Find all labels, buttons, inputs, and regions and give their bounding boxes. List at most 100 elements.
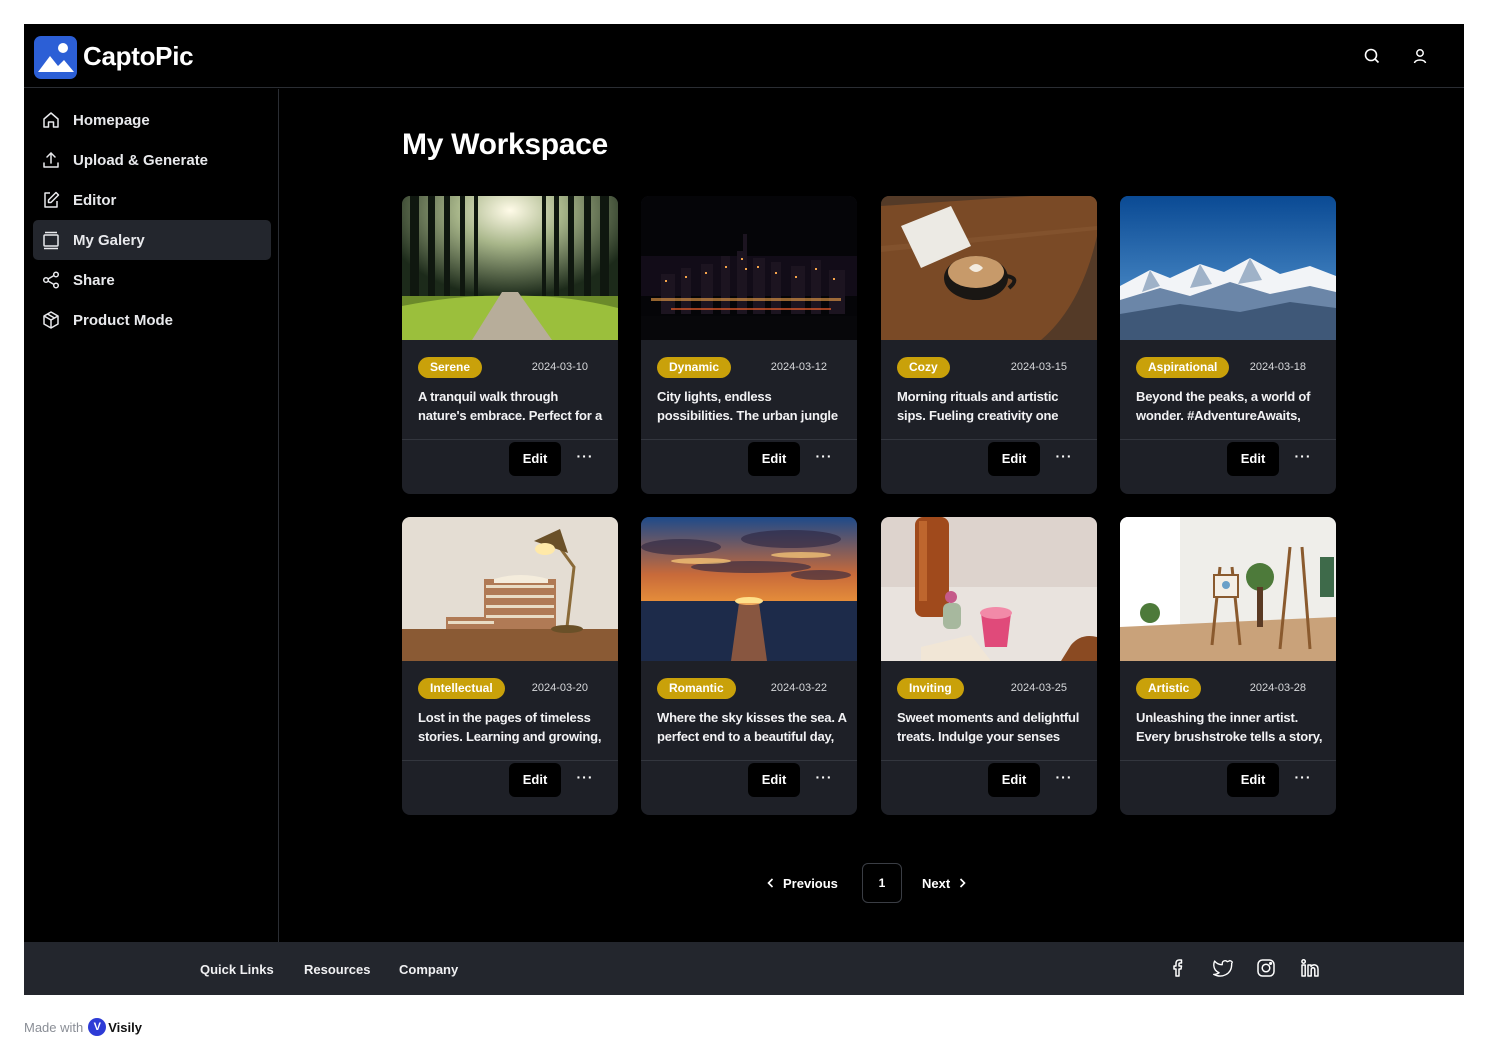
card-caption: Sweet moments and delightful treats. Ind…	[897, 710, 1080, 744]
card-caption: City lights, endless possibilities. The …	[657, 389, 838, 423]
linkedin-icon[interactable]	[1299, 957, 1321, 979]
card-image-studio[interactable]	[1120, 517, 1336, 661]
card-image-sunset[interactable]	[641, 517, 857, 661]
sidebar: Homepage Upload & Generate Editor My Gal…	[24, 89, 279, 942]
chevron-right-icon	[960, 878, 966, 888]
gallery-card[interactable]: Intellectual 2024-03-20 Lost in the page…	[402, 517, 618, 815]
gallery-card[interactable]: Inviting 2024-03-25 Sweet moments and de…	[881, 517, 1097, 815]
brand-name: CaptoPic	[83, 41, 194, 71]
edit-button[interactable]: Edit	[1227, 442, 1279, 476]
gallery-card[interactable]: Serene 2024-03-10 A tranquil walk throug…	[402, 196, 618, 494]
edit-button[interactable]: Edit	[1227, 763, 1279, 797]
mood-tag: Serene	[418, 357, 483, 378]
mood-tag: Inviting	[897, 678, 964, 699]
home-icon	[41, 110, 61, 130]
sidebar-item-label: My Galery	[73, 231, 145, 249]
made-with-badge[interactable]: Made with V Visily	[24, 1018, 142, 1036]
app-window: CaptoPic Homepage Upload & Generate Edit…	[24, 24, 1464, 995]
gallery-card[interactable]: Cozy 2024-03-15 Morning rituals and arti…	[881, 196, 1097, 494]
chevron-left-icon	[767, 878, 774, 888]
sidebar-item-editor[interactable]: Editor	[33, 180, 271, 220]
edit-button[interactable]: Edit	[988, 763, 1040, 797]
gallery-card[interactable]: Artistic 2024-03-28 Unleashing the inner…	[1120, 517, 1336, 815]
edit-button[interactable]: Edit	[748, 763, 800, 797]
sidebar-item-label: Share	[73, 271, 115, 289]
mood-tag: Artistic	[1136, 678, 1202, 699]
sidebar-item-label: Homepage	[73, 111, 150, 129]
card-date: 2024-03-18	[1249, 361, 1306, 373]
sidebar-item-my-galery[interactable]: My Galery	[33, 220, 271, 260]
card-date: 2024-03-20	[531, 682, 588, 694]
sidebar-item-upload-generate[interactable]: Upload & Generate	[33, 140, 271, 180]
more-options-icon[interactable]: ···	[1053, 449, 1075, 469]
card-date: 2024-03-25	[1010, 682, 1067, 694]
card-image-treats[interactable]	[881, 517, 1097, 661]
card-date: 2024-03-22	[770, 682, 827, 694]
card-caption: Where the sky kisses the sea. A perfect …	[657, 710, 847, 744]
card-divider	[402, 439, 618, 440]
more-options-icon[interactable]: ···	[813, 770, 835, 790]
footer-link-resources[interactable]: Resources	[304, 962, 370, 977]
card-image-coffee[interactable]	[881, 196, 1097, 340]
more-options-icon[interactable]: ···	[1292, 770, 1314, 790]
card-caption: Morning rituals and artistic sips. Fueli…	[897, 389, 1059, 423]
card-divider	[1120, 760, 1336, 761]
card-image-books[interactable]	[402, 517, 618, 661]
mood-tag: Romantic	[657, 678, 736, 699]
card-caption: Beyond the peaks, a world of wonder. #Ad…	[1136, 389, 1311, 423]
search-icon[interactable]	[1362, 46, 1382, 66]
upload-icon	[41, 150, 61, 170]
page-number-button[interactable]: 1	[862, 863, 902, 903]
card-caption: Unleashing the inner artist. Every brush…	[1136, 710, 1323, 744]
gallery-icon	[41, 230, 61, 250]
gallery-card[interactable]: Aspirational 2024-03-18 Beyond the peaks…	[1120, 196, 1336, 494]
visily-label: Visily	[108, 1019, 142, 1035]
card-image-city[interactable]	[641, 196, 857, 340]
edit-button[interactable]: Edit	[988, 442, 1040, 476]
card-date: 2024-03-15	[1010, 361, 1067, 373]
page-title: My Workspace	[402, 128, 608, 161]
card-date: 2024-03-10	[531, 361, 588, 373]
edit-button[interactable]: Edit	[748, 442, 800, 476]
footer-link-quick-links[interactable]: Quick Links	[200, 962, 274, 977]
share-icon	[41, 270, 61, 290]
sidebar-item-share[interactable]: Share	[33, 260, 271, 300]
gallery-card[interactable]: Romantic 2024-03-22 Where the sky kisses…	[641, 517, 857, 815]
edit-button[interactable]: Edit	[509, 442, 561, 476]
card-caption: A tranquil walk through nature's embrace…	[418, 389, 603, 423]
twitter-icon[interactable]	[1211, 957, 1233, 979]
user-icon[interactable]	[1410, 46, 1430, 66]
next-page-button[interactable]: Next	[922, 865, 969, 901]
facebook-icon[interactable]	[1167, 957, 1189, 979]
card-caption: Lost in the pages of timeless stories. L…	[418, 710, 602, 744]
card-date: 2024-03-12	[770, 361, 827, 373]
footer-link-company[interactable]: Company	[399, 962, 458, 977]
gallery-card[interactable]: Dynamic 2024-03-12 City lights, endless …	[641, 196, 857, 494]
card-image-forest[interactable]	[402, 196, 618, 340]
mood-tag: Intellectual	[418, 678, 505, 699]
sidebar-item-product-mode[interactable]: Product Mode	[33, 300, 271, 340]
more-options-icon[interactable]: ···	[574, 770, 596, 790]
box-icon	[41, 310, 61, 330]
more-options-icon[interactable]: ···	[1053, 770, 1075, 790]
sidebar-item-label: Editor	[73, 191, 117, 209]
card-image-mountains[interactable]	[1120, 196, 1336, 340]
previous-label: Previous	[783, 875, 838, 891]
sidebar-item-homepage[interactable]: Homepage	[33, 100, 271, 140]
mood-tag: Dynamic	[657, 357, 732, 378]
more-options-icon[interactable]: ···	[574, 449, 596, 469]
more-options-icon[interactable]: ···	[813, 449, 835, 469]
more-options-icon[interactable]: ···	[1292, 449, 1314, 469]
top-bar: CaptoPic	[24, 24, 1464, 88]
visily-logo-icon: V	[88, 1018, 107, 1036]
card-divider	[881, 439, 1097, 440]
sidebar-item-label: Upload & Generate	[73, 151, 209, 169]
made-with-label: Made with	[24, 1019, 84, 1035]
instagram-icon[interactable]	[1255, 957, 1277, 979]
card-divider	[641, 760, 857, 761]
card-divider	[881, 760, 1097, 761]
previous-page-button[interactable]: Previous	[764, 865, 838, 901]
card-date: 2024-03-28	[1249, 682, 1306, 694]
edit-button[interactable]: Edit	[509, 763, 561, 797]
card-divider	[1120, 439, 1336, 440]
